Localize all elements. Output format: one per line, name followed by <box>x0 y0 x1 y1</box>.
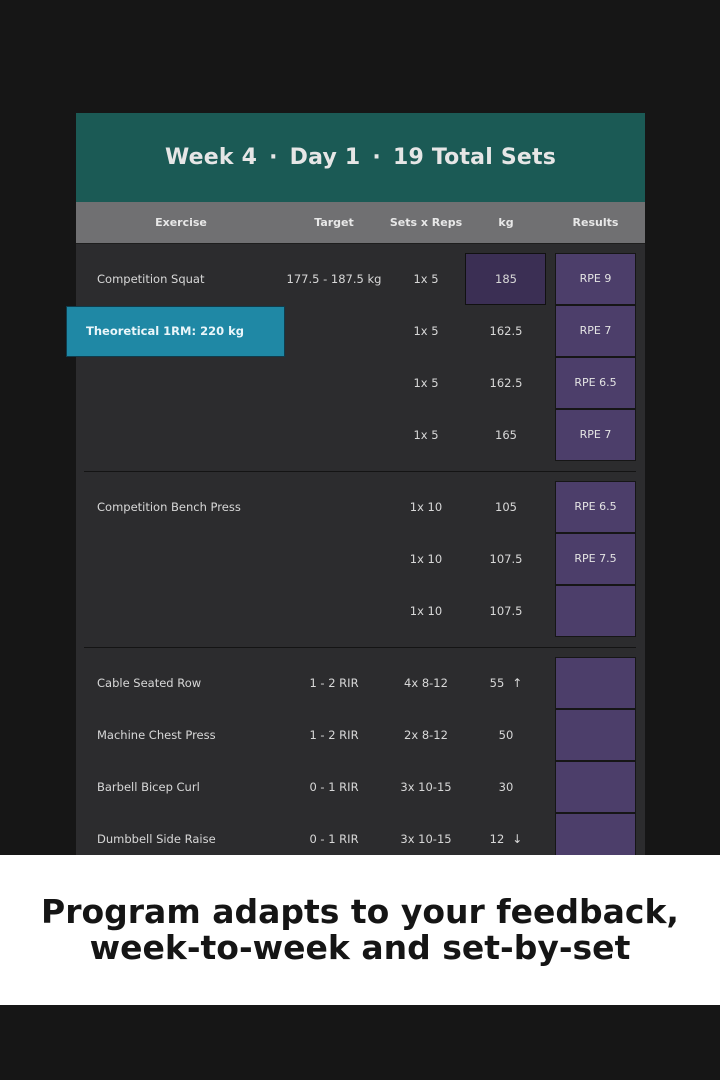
kg-number: 162.5 <box>489 324 523 338</box>
kg-value[interactable]: 55 ↑ <box>466 657 546 709</box>
kg-number: 165 <box>495 428 517 442</box>
sets-reps-value: 1x 5 <box>413 324 439 338</box>
result-cell[interactable]: RPE 7 <box>555 409 636 461</box>
kg-value[interactable]: 162.5 <box>466 357 546 409</box>
kg-number: 50 <box>498 728 514 742</box>
column-header-sets-reps: Sets x Reps <box>389 216 463 229</box>
kg-value[interactable]: 107.5 <box>466 585 546 637</box>
column-header-target: Target <box>314 216 354 229</box>
kg-value[interactable]: 50 <box>466 709 546 761</box>
kg-value[interactable]: 162.5 <box>466 305 546 357</box>
target-value: 0 - 1 RIR <box>309 780 359 794</box>
kg-number: 107.5 <box>489 552 523 566</box>
kg-number: 107.5 <box>489 604 523 618</box>
table-header-row: Exercise Target Sets x Reps kg Results <box>76 202 645 244</box>
result-cell[interactable]: RPE 7.5 <box>555 533 636 585</box>
target-value: 177.5 - 187.5 kg <box>286 272 382 286</box>
sets-reps-value: 1x 10 <box>409 552 443 566</box>
exercise-name: Machine Chest Press <box>97 728 216 742</box>
exercise-name: Competition Bench Press <box>97 500 241 514</box>
kg-value[interactable]: 107.5 <box>466 533 546 585</box>
result-cell[interactable]: RPE 7 <box>555 305 636 357</box>
kg-value[interactable]: 185 <box>466 253 546 305</box>
sets-reps-value: 4x 8-12 <box>404 676 448 690</box>
result-cell[interactable] <box>555 585 636 637</box>
sets-reps-value: 1x 5 <box>413 428 439 442</box>
kg-number: 55 <box>489 676 505 690</box>
result-cell[interactable]: RPE 9 <box>555 253 636 305</box>
caption-line-2: week-to-week and set-by-set <box>89 928 631 967</box>
kg-number: 185 <box>495 272 517 286</box>
arrow-up-icon: ↑ <box>512 676 523 690</box>
target-value: 1 - 2 RIR <box>309 728 359 742</box>
kg-number: 162.5 <box>489 376 523 390</box>
kg-number: 105 <box>495 500 517 514</box>
marketing-caption: Program adapts to your feedback, week-to… <box>0 855 720 1005</box>
kg-value[interactable]: 165 <box>466 409 546 461</box>
kg-value[interactable]: 30 <box>466 761 546 813</box>
sets-reps-value: 1x 5 <box>413 376 439 390</box>
column-header-exercise: Exercise <box>155 216 207 229</box>
kg-number: 12 <box>489 832 505 846</box>
separator-dot: · <box>269 145 278 170</box>
result-cell[interactable] <box>555 709 636 761</box>
sets-reps-value: 3x 10-15 <box>400 780 452 794</box>
result-cell[interactable]: RPE 6.5 <box>555 357 636 409</box>
kg-number: 30 <box>498 780 514 794</box>
exercise-name: Competition Squat <box>97 272 205 286</box>
result-cell[interactable]: RPE 6.5 <box>555 481 636 533</box>
total-sets-label: 19 Total Sets <box>392 145 556 170</box>
exercise-name: Barbell Bicep Curl <box>97 780 200 794</box>
result-cell[interactable] <box>555 657 636 709</box>
column-header-results: Results <box>572 216 619 229</box>
result-cell[interactable] <box>555 761 636 813</box>
theoretical-1rm-tooltip: Theoretical 1RM: 220 kg <box>66 306 285 357</box>
caption-line-1: Program adapts to your feedback, <box>41 892 679 931</box>
workout-title-banner: Week 4 · Day 1 · 19 Total Sets <box>76 113 645 202</box>
sets-reps-value: 1x 10 <box>409 500 443 514</box>
day-label: Day 1 <box>289 145 361 170</box>
sets-reps-value: 2x 8-12 <box>404 728 448 742</box>
kg-value[interactable]: 105 <box>466 481 546 533</box>
workout-sheet: Week 4 · Day 1 · 19 Total Sets Exercise … <box>76 113 645 873</box>
column-header-kg: kg <box>498 216 514 229</box>
separator-dot: · <box>372 145 381 170</box>
sets-reps-value: 1x 10 <box>409 604 443 618</box>
exercise-divider <box>84 647 636 648</box>
week-label: Week 4 <box>164 145 258 170</box>
exercise-divider <box>84 471 636 472</box>
target-value: 1 - 2 RIR <box>309 676 359 690</box>
exercise-name: Cable Seated Row <box>97 676 202 690</box>
sets-reps-value: 1x 5 <box>413 272 439 286</box>
